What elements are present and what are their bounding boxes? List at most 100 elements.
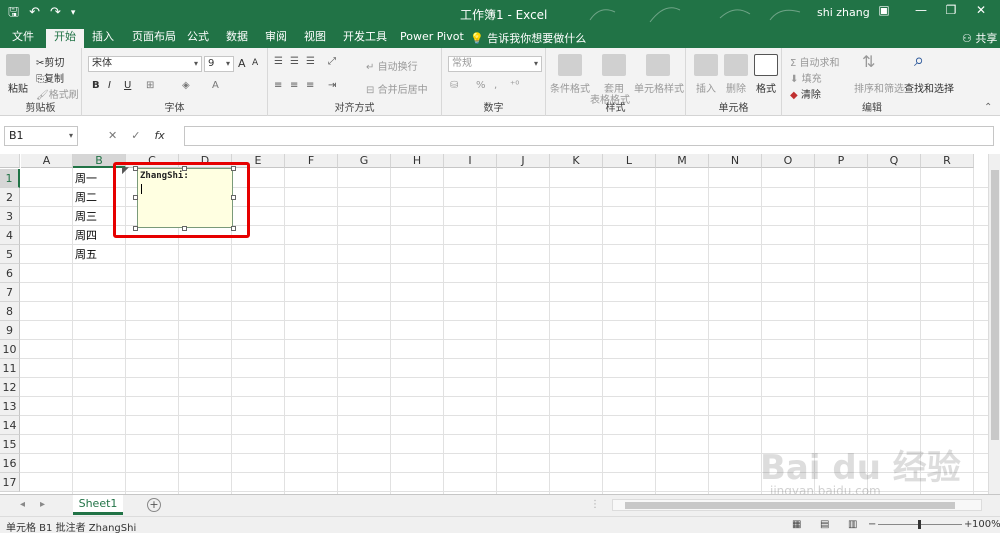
zoom-knob[interactable] [918,520,921,529]
row-header-8[interactable]: 8 [0,302,20,321]
row-header-14[interactable]: 14 [0,416,20,435]
row-header-5[interactable]: 5 [0,245,20,264]
column-header-q[interactable]: Q [868,154,921,168]
tab-power-pivot[interactable]: Power Pivot [392,30,472,48]
indent-icon[interactable]: ⇥ [328,80,336,91]
column-header-g[interactable]: G [338,154,391,168]
align-center-icon[interactable]: ≡ [290,80,298,91]
delete-cells-button[interactable]: 删除 [726,80,746,95]
shrink-font-button[interactable]: A [252,58,258,68]
close-button[interactable]: ✕ [970,3,992,17]
row-header-12[interactable]: 12 [0,378,20,397]
autosum-button[interactable]: Σ 自动求和 [790,54,840,69]
column-header-h[interactable]: H [391,154,444,168]
column-header-i[interactable]: I [444,154,497,168]
align-bottom-icon[interactable]: ☰ [306,56,315,67]
formula-input[interactable] [184,126,994,146]
tab-page-layout[interactable]: 页面布局 [124,30,184,48]
orientation-icon[interactable]: ⤢ [328,56,336,67]
row-header-11[interactable]: 11 [0,359,20,378]
maximize-button[interactable]: ❐ [940,3,962,17]
row-header-15[interactable]: 15 [0,435,20,454]
italic-button[interactable]: I [108,80,111,91]
row-header-7[interactable]: 7 [0,283,20,302]
cut-button[interactable]: ✂剪切 [36,54,64,69]
column-header-a[interactable]: A [21,154,73,168]
undo-icon[interactable]: ↶ [29,4,40,22]
tab-file[interactable]: 文件 [4,30,42,48]
page-break-view-icon[interactable]: ▥ [848,519,857,530]
column-header-f[interactable]: F [285,154,338,168]
conditional-format-button[interactable]: 条件格式 [550,80,590,95]
prev-sheet-icon[interactable]: ◂ [20,499,25,510]
copy-button[interactable]: ⎘复制 [36,70,64,85]
align-top-icon[interactable]: ☰ [274,56,283,67]
cell-styles-button[interactable]: 单元格样式 [634,80,684,95]
font-name-select[interactable]: 宋体 ▾ [88,56,202,72]
zoom-out-icon[interactable]: − [868,519,876,530]
number-format-select[interactable]: 常规 ▾ [448,56,542,72]
add-sheet-button[interactable]: + [147,498,161,512]
row-header-13[interactable]: 13 [0,397,20,416]
cell-b5[interactable]: 周五 [73,245,126,264]
column-header-j[interactable]: J [497,154,550,168]
column-header-r[interactable]: R [921,154,974,168]
tab-home[interactable]: 开始 [46,29,84,48]
paste-button[interactable]: 粘贴 [8,80,28,95]
tab-data[interactable]: 数据 [218,30,256,48]
select-all-corner[interactable] [0,154,20,168]
percent-button[interactable]: % [476,80,486,91]
align-right-icon[interactable]: ≡ [306,80,314,91]
row-header-3[interactable]: 3 [0,207,20,226]
align-middle-icon[interactable]: ☰ [290,56,299,67]
column-header-m[interactable]: M [656,154,709,168]
align-left-icon[interactable]: ≡ [274,80,282,91]
column-header-l[interactable]: L [603,154,656,168]
user-name[interactable]: shi zhang [817,6,870,19]
ribbon-display-icon[interactable]: ▣ [873,3,895,17]
normal-view-icon[interactable]: ▦ [792,519,801,530]
zoom-level[interactable]: 100% [972,519,1000,530]
tab-insert[interactable]: 插入 [84,30,122,48]
font-size-select[interactable]: 9 ▾ [204,56,234,72]
redo-icon[interactable]: ↷ [50,4,61,22]
tell-me-box[interactable]: 💡 告诉我你想要做什么 [470,30,586,46]
comma-button[interactable]: , [494,80,497,91]
column-header-k[interactable]: K [550,154,603,168]
customize-icon[interactable]: ▾ [71,4,76,22]
minimize-button[interactable]: — [910,3,932,17]
sheet-tab[interactable]: Sheet1 [73,495,123,515]
find-select-button[interactable]: 查找和选择 [904,80,954,95]
name-box[interactable]: B1 ▾ [4,126,78,146]
share-button[interactable]: ⚇ 共享 [962,30,997,46]
row-header-17[interactable]: 17 [0,473,20,492]
currency-icon[interactable]: ⛁ [450,80,458,91]
tab-view[interactable]: 视图 [296,30,334,48]
border-icon[interactable]: ⊞ [146,80,154,91]
underline-button[interactable]: U [124,80,131,91]
collapse-ribbon-icon[interactable]: ⌃ [984,102,992,113]
enter-icon[interactable]: ✓ [131,129,140,142]
paste-icon[interactable] [6,54,30,76]
zoom-slider[interactable] [878,520,962,529]
column-header-p[interactable]: P [815,154,868,168]
sort-filter-button[interactable]: 排序和筛选 [854,80,904,95]
row-header-16[interactable]: 16 [0,454,20,473]
bold-button[interactable]: B [92,80,100,91]
row-header-4[interactable]: 4 [0,226,20,245]
cancel-icon[interactable]: ✕ [108,129,117,142]
column-header-n[interactable]: N [709,154,762,168]
tab-formulas[interactable]: 公式 [179,30,217,48]
insert-cells-button[interactable]: 插入 [696,80,716,95]
tab-review[interactable]: 审阅 [257,30,295,48]
merge-center-button[interactable]: ⊟ 合并后居中 [366,81,428,96]
grow-font-button[interactable]: A [238,57,246,70]
vertical-scrollbar[interactable] [988,154,1000,494]
column-header-o[interactable]: O [762,154,815,168]
next-sheet-icon[interactable]: ▸ [40,499,45,510]
fill-button[interactable]: ⬇ 填充 [790,70,822,85]
format-cells-button[interactable]: 格式 [756,80,776,95]
row-header-9[interactable]: 9 [0,321,20,340]
scroll-thumb[interactable] [625,502,955,509]
row-header-2[interactable]: 2 [0,188,20,207]
